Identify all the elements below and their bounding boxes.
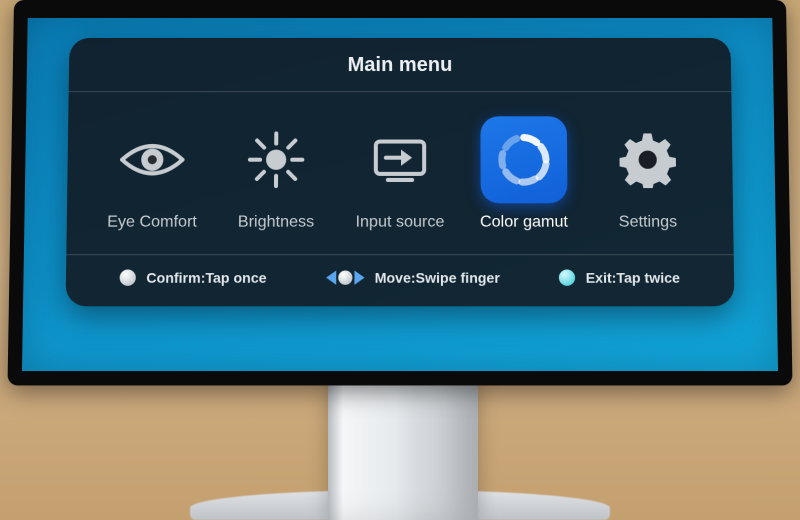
hint-move: Move:Swipe finger — [326, 269, 500, 285]
brightness-icon — [233, 116, 320, 203]
color-gamut-icon — [480, 116, 567, 203]
menu-item-input-source[interactable]: Input source — [343, 116, 457, 231]
hint-confirm: Confirm:Tap once — [120, 269, 267, 285]
hint-exit: Exit:Tap twice — [559, 269, 680, 285]
menu-item-settings[interactable]: Settings — [590, 116, 705, 231]
tap-twice-icon — [559, 269, 575, 285]
monitor-screen: Main menu Eye Comfort — [7, 0, 792, 385]
menu-label: Color gamut — [480, 213, 568, 231]
menu-label: Eye Comfort — [107, 213, 197, 231]
input-source-icon — [357, 116, 444, 203]
menu-row: Eye Comfort — [91, 92, 710, 254]
hint-label: Confirm:Tap once — [146, 269, 266, 285]
gear-icon — [604, 116, 692, 203]
hint-label: Exit:Tap twice — [586, 269, 680, 285]
monitor-stand-neck — [328, 380, 478, 520]
menu-item-color-gamut[interactable]: Color gamut — [467, 116, 581, 231]
menu-label: Brightness — [238, 213, 314, 231]
tap-once-icon — [120, 269, 136, 285]
eye-icon — [109, 116, 197, 203]
hint-label: Move:Swipe finger — [375, 269, 500, 285]
osd-title: Main menu — [93, 54, 707, 91]
menu-item-eye-comfort[interactable]: Eye Comfort — [95, 116, 210, 231]
osd-panel: Main menu Eye Comfort — [66, 38, 735, 306]
hint-row: Confirm:Tap once Move:Swipe finger Exit:… — [90, 255, 710, 286]
menu-item-brightness[interactable]: Brightness — [219, 116, 333, 231]
menu-label: Settings — [619, 213, 678, 231]
menu-label: Input source — [356, 213, 445, 231]
swipe-icon — [326, 271, 364, 285]
